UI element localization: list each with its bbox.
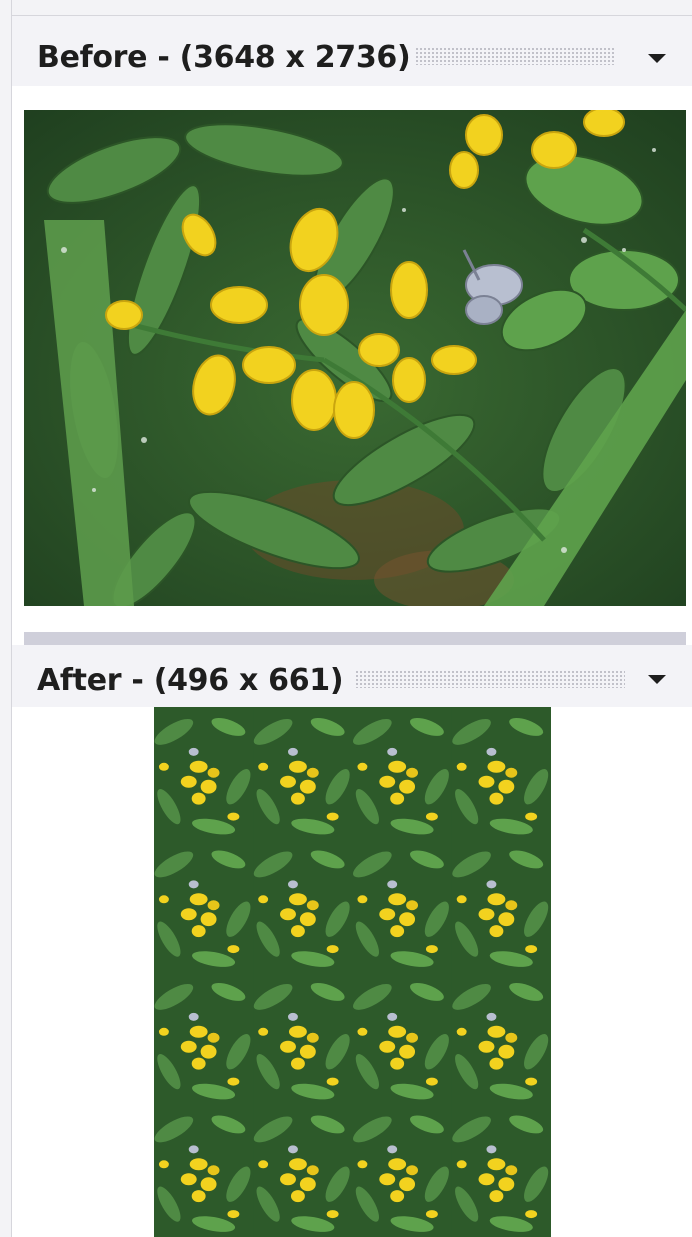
pane-splitter[interactable]: [24, 632, 686, 645]
chevron-down-icon[interactable]: [648, 54, 666, 63]
before-pane-header[interactable]: Before - (3648 x 2736): [12, 16, 692, 86]
pattern-tile: [250, 839, 355, 972]
pattern-tile: [448, 839, 551, 972]
pattern-tile: [349, 839, 454, 972]
window-left-border: [0, 0, 12, 1237]
window-top-border: [12, 0, 692, 16]
after-image: [154, 707, 551, 1237]
pattern-tile: [154, 839, 256, 972]
after-drag-grip[interactable]: [355, 670, 625, 688]
pattern-tile: [250, 707, 355, 840]
pattern-tile: [250, 1104, 355, 1237]
pattern-tile: [349, 972, 454, 1105]
pattern-tile: [154, 972, 256, 1105]
after-pane-header[interactable]: After - (496 x 661): [12, 645, 692, 707]
before-pane-title: Before - (3648 x 2736): [37, 40, 411, 75]
pattern-tile: [154, 707, 256, 840]
tiled-pattern: [154, 707, 551, 1237]
preview-window: Before - (3648 x 2736) After - (496 x 66…: [0, 0, 692, 1237]
before-image: [24, 110, 686, 606]
pattern-tile: [154, 1104, 256, 1237]
pattern-tile: [250, 972, 355, 1105]
pattern-tile: [349, 707, 454, 840]
chevron-down-icon[interactable]: [648, 675, 666, 684]
before-image-graphic: [24, 110, 686, 606]
pattern-tile: [448, 972, 551, 1105]
pattern-tile: [448, 707, 551, 840]
after-image-graphic: [154, 707, 551, 1237]
pattern-tile: [349, 1104, 454, 1237]
after-pane-title: After - (496 x 661): [37, 663, 344, 698]
pattern-tile: [448, 1104, 551, 1237]
before-drag-grip[interactable]: [415, 47, 615, 65]
